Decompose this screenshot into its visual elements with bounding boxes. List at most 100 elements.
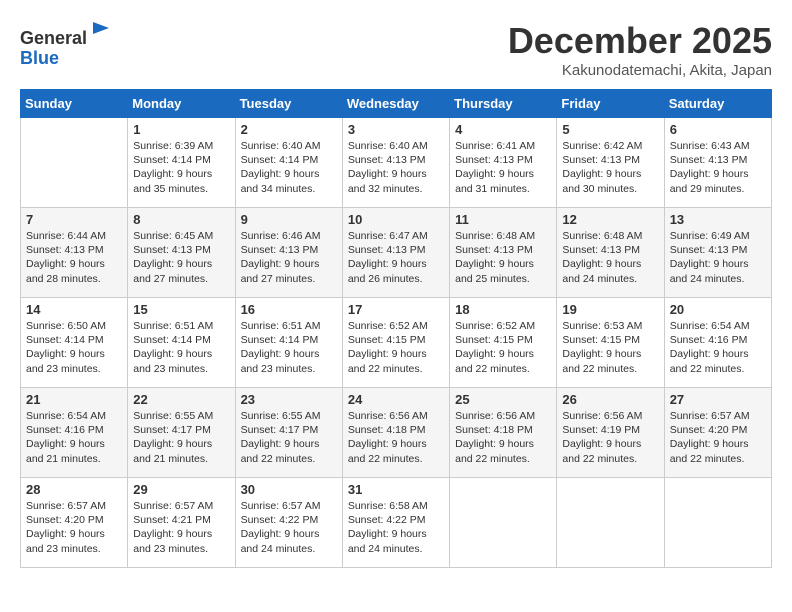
day-number: 13 [670,212,766,227]
day-number: 11 [455,212,551,227]
calendar-table: SundayMondayTuesdayWednesdayThursdayFrid… [20,89,772,568]
title-block: December 2025 Kakunodatemachi, Akita, Ja… [508,20,772,79]
day-info: Sunrise: 6:52 AMSunset: 4:15 PMDaylight:… [348,319,444,376]
day-number: 24 [348,392,444,407]
calendar-cell [557,478,664,568]
calendar-cell: 10Sunrise: 6:47 AMSunset: 4:13 PMDayligh… [342,208,449,298]
day-info: Sunrise: 6:57 AMSunset: 4:22 PMDaylight:… [241,499,337,556]
day-info: Sunrise: 6:56 AMSunset: 4:19 PMDaylight:… [562,409,658,466]
day-info: Sunrise: 6:39 AMSunset: 4:14 PMDaylight:… [133,139,229,196]
calendar-cell: 31 Sunrise: 6:58 AMSunset: 4:22 PMDayligh… [342,478,449,568]
day-number: 16 [241,302,337,317]
calendar-cell: 11 Sunrise: 6:48 AMSunset: 4:13 PMDayligh… [450,208,557,298]
calendar-cell: 30 Sunrise: 6:57 AMSunset: 4:22 PMDayligh… [235,478,342,568]
day-info: Sunrise: 6:54 AMSunset: 4:16 PMDaylight:… [26,409,122,466]
day-info: Sunrise: 6:46 AMSunset: 4:13 PMDaylight:… [241,229,337,286]
day-info: Sunrise: 6:49 AMSunset: 4:13 PMDaylight:… [670,229,766,286]
day-number: 19 [562,302,658,317]
day-info: Sunrise: 6:44 AMSunset: 4:13 PMDaylight:… [26,229,122,286]
calendar-cell: 4Sunrise: 6:41 AMSunset: 4:13 PMDaylight… [450,118,557,208]
day-number: 9 [241,212,337,227]
day-info: Sunrise: 6:56 AMSunset: 4:18 PMDaylight:… [455,409,551,466]
calendar-cell: 15 Sunrise: 6:51 AMSunset: 4:14 PMDayligh… [128,298,235,388]
calendar-cell: 25 Sunrise: 6:56 AMSunset: 4:18 PMDayligh… [450,388,557,478]
calendar-cell: 6Sunrise: 6:43 AMSunset: 4:13 PMDaylight… [664,118,771,208]
calendar-cell: 8 Sunrise: 6:45 AMSunset: 4:13 PMDaylight… [128,208,235,298]
page-header: General Blue December 2025 Kakunodatemac… [20,20,772,79]
logo: General Blue [20,20,113,69]
logo-flag-icon [89,20,113,44]
weekday-header-tuesday: Tuesday [235,90,342,118]
day-info: Sunrise: 6:48 AMSunset: 4:13 PMDaylight:… [455,229,551,286]
day-info: Sunrise: 6:57 AMSunset: 4:20 PMDaylight:… [670,409,766,466]
calendar-cell: 20 Sunrise: 6:54 AMSunset: 4:16 PMDayligh… [664,298,771,388]
day-number: 2 [241,122,337,137]
calendar-cell [21,118,128,208]
day-number: 29 [133,482,229,497]
calendar-subtitle: Kakunodatemachi, Akita, Japan [508,62,772,79]
day-number: 17 [348,302,444,317]
day-number: 22 [133,392,229,407]
day-info: Sunrise: 6:58 AMSunset: 4:22 PMDaylight:… [348,499,444,556]
day-info: Sunrise: 6:48 AMSunset: 4:13 PMDaylight:… [562,229,658,286]
day-number: 30 [241,482,337,497]
logo-general: General [20,28,87,48]
weekday-header-thursday: Thursday [450,90,557,118]
calendar-week-5: 28 Sunrise: 6:57 AMSunset: 4:20 PMDayligh… [21,478,772,568]
weekday-header-row: SundayMondayTuesdayWednesdayThursdayFrid… [21,90,772,118]
day-info: Sunrise: 6:40 AMSunset: 4:14 PMDaylight:… [241,139,337,196]
day-info: Sunrise: 6:50 AMSunset: 4:14 PMDaylight:… [26,319,122,376]
day-info: Sunrise: 6:45 AMSunset: 4:13 PMDaylight:… [133,229,229,286]
calendar-cell: 26Sunrise: 6:56 AMSunset: 4:19 PMDayligh… [557,388,664,478]
day-number: 15 [133,302,229,317]
calendar-cell [450,478,557,568]
day-number: 25 [455,392,551,407]
day-number: 18 [455,302,551,317]
day-info: Sunrise: 6:52 AMSunset: 4:15 PMDaylight:… [455,319,551,376]
day-info: Sunrise: 6:40 AMSunset: 4:13 PMDaylight:… [348,139,444,196]
day-number: 27 [670,392,766,407]
calendar-cell: 18 Sunrise: 6:52 AMSunset: 4:15 PMDayligh… [450,298,557,388]
day-number: 28 [26,482,122,497]
calendar-cell: 14Sunrise: 6:50 AMSunset: 4:14 PMDayligh… [21,298,128,388]
calendar-cell: 1 Sunrise: 6:39 AMSunset: 4:14 PMDaylight… [128,118,235,208]
calendar-cell: 3 Sunrise: 6:40 AMSunset: 4:13 PMDaylight… [342,118,449,208]
day-number: 1 [133,122,229,137]
calendar-cell: 5Sunrise: 6:42 AMSunset: 4:13 PMDaylight… [557,118,664,208]
calendar-cell: 29Sunrise: 6:57 AMSunset: 4:21 PMDayligh… [128,478,235,568]
weekday-header-monday: Monday [128,90,235,118]
day-info: Sunrise: 6:53 AMSunset: 4:15 PMDaylight:… [562,319,658,376]
day-info: Sunrise: 6:41 AMSunset: 4:13 PMDaylight:… [455,139,551,196]
day-info: Sunrise: 6:55 AMSunset: 4:17 PMDaylight:… [241,409,337,466]
weekday-header-wednesday: Wednesday [342,90,449,118]
day-number: 8 [133,212,229,227]
calendar-cell: 17 Sunrise: 6:52 AMSunset: 4:15 PMDayligh… [342,298,449,388]
calendar-week-2: 7 Sunrise: 6:44 AMSunset: 4:13 PMDaylight… [21,208,772,298]
day-number: 12 [562,212,658,227]
day-info: Sunrise: 6:56 AMSunset: 4:18 PMDaylight:… [348,409,444,466]
day-number: 31 [348,482,444,497]
calendar-week-3: 14Sunrise: 6:50 AMSunset: 4:14 PMDayligh… [21,298,772,388]
calendar-cell: 23 Sunrise: 6:55 AMSunset: 4:17 PMDayligh… [235,388,342,478]
calendar-cell: 7 Sunrise: 6:44 AMSunset: 4:13 PMDaylight… [21,208,128,298]
calendar-cell: 12 Sunrise: 6:48 AMSunset: 4:13 PMDayligh… [557,208,664,298]
day-info: Sunrise: 6:47 AMSunset: 4:13 PMDaylight:… [348,229,444,286]
day-number: 3 [348,122,444,137]
calendar-week-1: 1 Sunrise: 6:39 AMSunset: 4:14 PMDaylight… [21,118,772,208]
day-number: 5 [562,122,658,137]
calendar-cell: 13 Sunrise: 6:49 AMSunset: 4:13 PMDayligh… [664,208,771,298]
day-info: Sunrise: 6:54 AMSunset: 4:16 PMDaylight:… [670,319,766,376]
day-info: Sunrise: 6:57 AMSunset: 4:20 PMDaylight:… [26,499,122,556]
calendar-cell [664,478,771,568]
day-number: 23 [241,392,337,407]
calendar-cell: 24 Sunrise: 6:56 AMSunset: 4:18 PMDayligh… [342,388,449,478]
calendar-cell: 28 Sunrise: 6:57 AMSunset: 4:20 PMDayligh… [21,478,128,568]
calendar-cell: 16 Sunrise: 6:51 AMSunset: 4:14 PMDayligh… [235,298,342,388]
weekday-header-saturday: Saturday [664,90,771,118]
calendar-cell: 27 Sunrise: 6:57 AMSunset: 4:20 PMDayligh… [664,388,771,478]
day-number: 20 [670,302,766,317]
day-info: Sunrise: 6:51 AMSunset: 4:14 PMDaylight:… [133,319,229,376]
day-number: 7 [26,212,122,227]
calendar-week-4: 21Sunrise: 6:54 AMSunset: 4:16 PMDayligh… [21,388,772,478]
day-info: Sunrise: 6:51 AMSunset: 4:14 PMDaylight:… [241,319,337,376]
